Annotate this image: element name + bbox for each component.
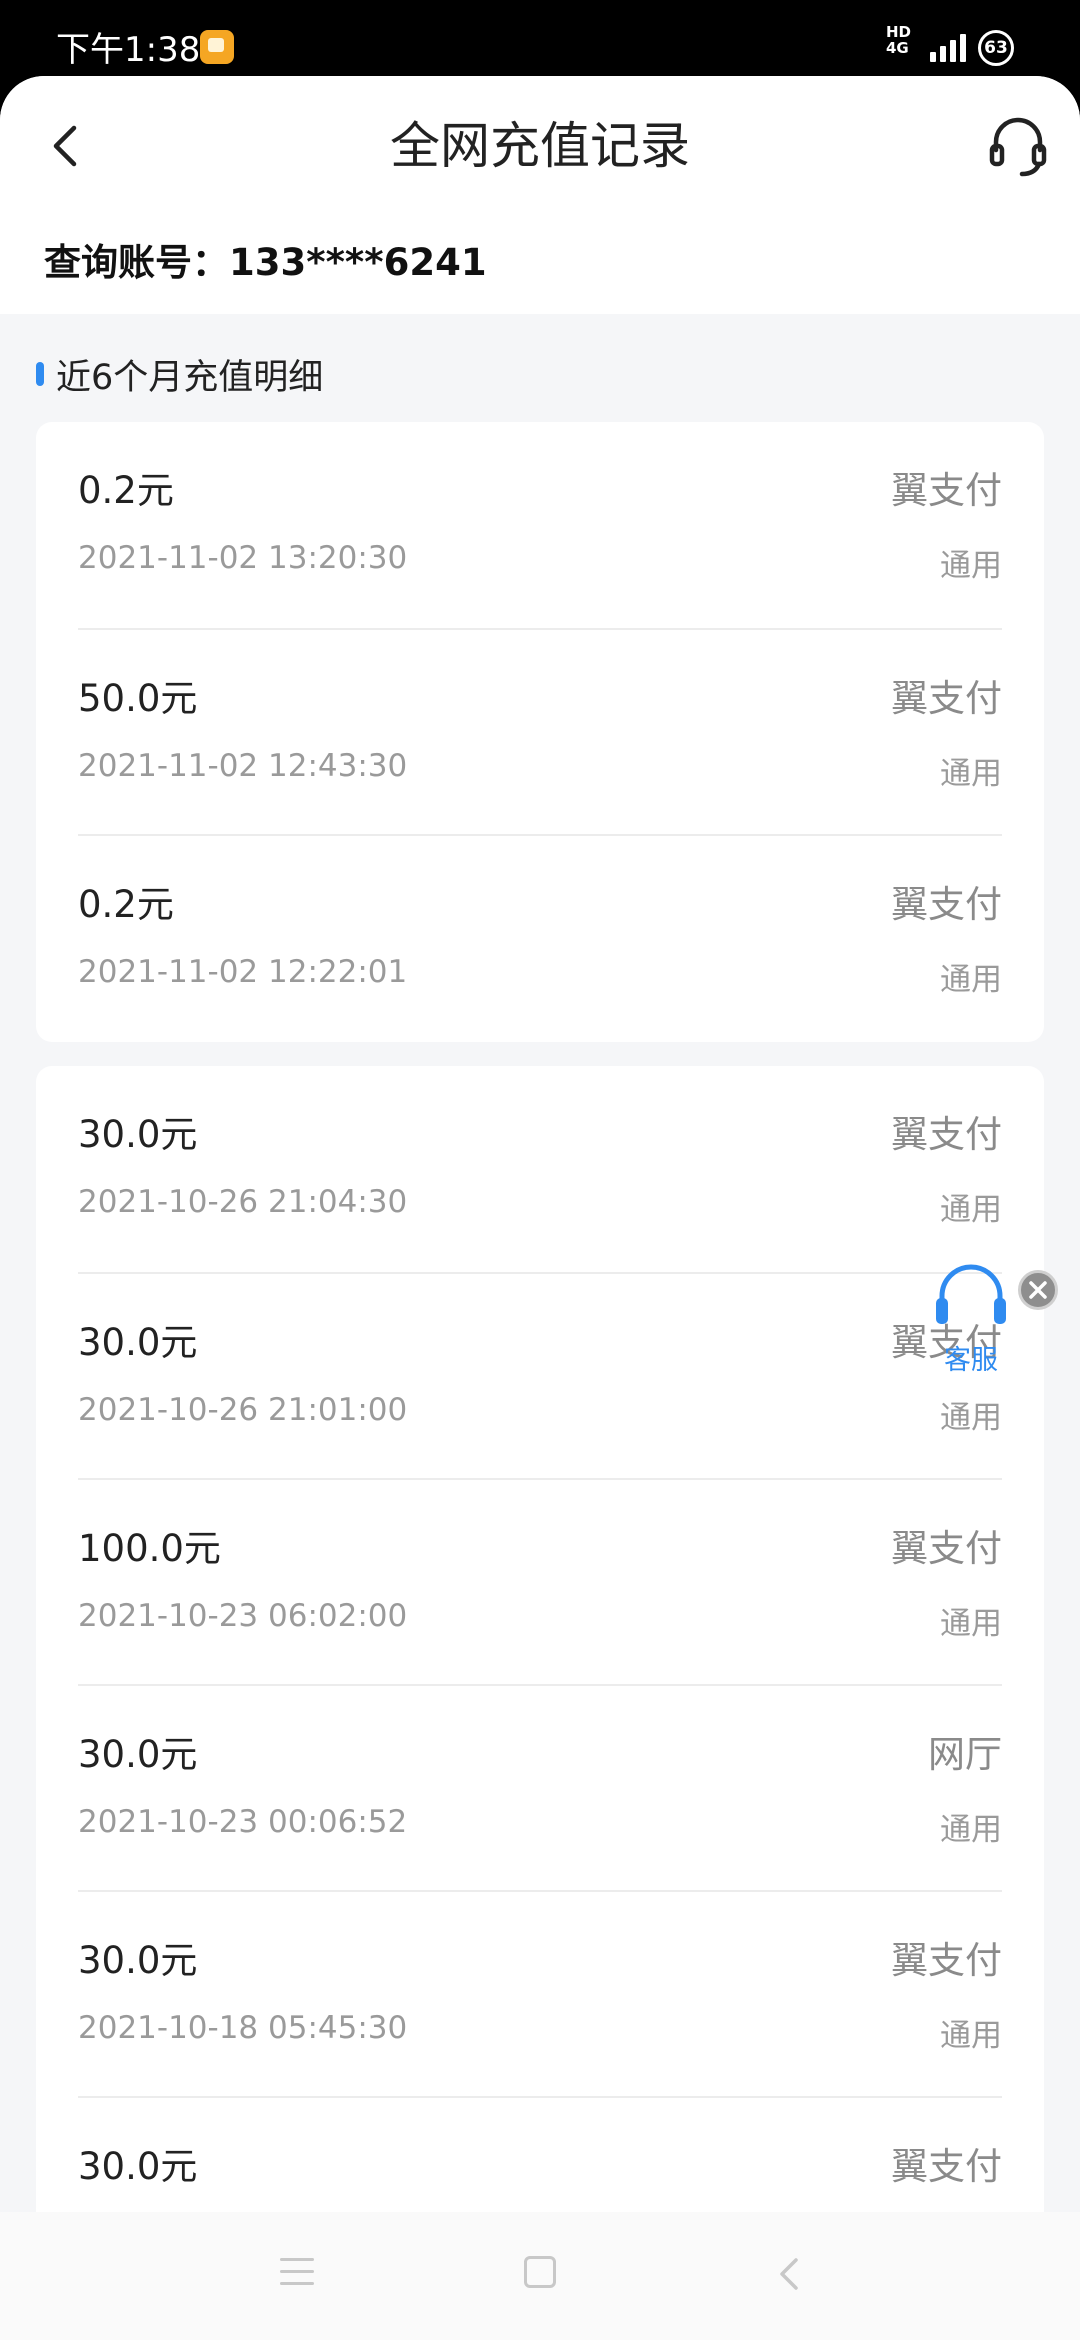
record-amount: 0.2元 [78,883,174,926]
record-channel: 翼支付 [891,1527,1002,1570]
network-label: 4G [886,39,909,57]
account-number: 查询账号：133****6241 [44,241,487,284]
record-amount: 30.0元 [78,1939,198,1982]
floating-customer-service[interactable]: 客服 [930,1260,1012,1380]
headset-icon [989,117,1047,177]
record-scope: 通用 [940,1812,1002,1848]
account-row: 查询账号：133****6241 [0,222,1080,314]
record-amount: 30.0元 [78,1113,198,1156]
record-channel: 翼支付 [891,1939,1002,1982]
record-item[interactable]: 30.0元 翼支付 2021-10-18 05:45:30 通用 [78,1890,1002,2096]
section-title: 近6个月充值明细 [56,357,324,398]
signal-icon [930,28,966,62]
section-header: 近6个月充值明细 [36,346,323,402]
record-time: 2021-10-26 21:04:30 [78,1184,408,1220]
record-scope: 通用 [940,548,1002,584]
record-item[interactable]: 30.0元 网厅 2021-10-23 00:06:52 通用 [78,1684,1002,1890]
battery-icon: 63 [978,30,1014,66]
customer-service-button[interactable] [982,110,1054,182]
record-amount: 30.0元 [78,1321,198,1364]
record-channel: 网厅 [928,1733,1002,1776]
record-card: 30.0元 翼支付 2021-10-26 21:04:30 通用 30.0元 翼… [36,1066,1044,2340]
menu-icon[interactable] [280,2258,314,2288]
record-card: 0.2元 翼支付 2021-11-02 13:20:30 通用 50.0元 翼支… [36,422,1044,1042]
record-scope: 通用 [940,1400,1002,1436]
chevron-left-icon [53,125,77,167]
record-scope: 通用 [940,756,1002,792]
home-icon[interactable] [524,2256,556,2288]
top-bar: 全网充值记录 [0,76,1080,222]
record-amount: 100.0元 [78,1527,221,1570]
record-channel: 翼支付 [891,469,1002,512]
back-button[interactable] [34,106,98,186]
record-channel: 翼支付 [891,1113,1002,1156]
status-bar: 下午1:38 HD 4G 63 [0,0,1080,80]
record-time: 2021-11-02 13:20:30 [78,540,408,576]
status-time: 下午1:38 [56,30,201,70]
record-scope: 通用 [940,2018,1002,2054]
record-time: 2021-10-23 00:06:52 [78,1804,408,1840]
record-scope: 通用 [940,962,1002,998]
record-item[interactable]: 0.2元 翼支付 2021-11-02 12:22:01 通用 [78,834,1002,1040]
record-channel: 翼支付 [891,883,1002,926]
record-amount: 50.0元 [78,677,198,720]
record-amount: 30.0元 [78,2145,198,2188]
record-time: 2021-10-26 21:01:00 [78,1392,408,1428]
record-time: 2021-10-23 06:02:00 [78,1598,408,1634]
record-item[interactable]: 0.2元 翼支付 2021-11-02 13:20:30 通用 [78,422,1002,628]
record-channel: 翼支付 [891,2145,1002,2188]
record-item[interactable]: 30.0元 翼支付 2021-10-26 21:04:30 通用 [78,1066,1002,1272]
floating-close-button[interactable] [1018,1270,1058,1310]
record-amount: 30.0元 [78,1733,198,1776]
record-item[interactable]: 30.0元 翼支付 2021-10-26 21:01:00 通用 [78,1272,1002,1478]
record-scope: 通用 [940,1192,1002,1228]
record-item[interactable]: 50.0元 翼支付 2021-11-02 12:43:30 通用 [78,628,1002,834]
system-nav-bar [0,2212,1080,2340]
floating-service-label: 客服 [944,1345,998,1376]
headset-icon [936,1264,1006,1324]
page-title: 全网充值记录 [390,117,690,175]
section-accent-bar [36,362,44,386]
record-item[interactable]: 100.0元 翼支付 2021-10-23 06:02:00 通用 [78,1478,1002,1684]
record-time: 2021-11-02 12:22:01 [78,954,408,990]
network-type-indicator: HD 4G [886,24,911,56]
close-icon [1029,1281,1047,1299]
record-channel: 翼支付 [891,677,1002,720]
record-time: 2021-11-02 12:43:30 [78,748,408,784]
record-amount: 0.2元 [78,469,174,512]
record-time: 2021-10-18 05:45:30 [78,2010,408,2046]
record-scope: 通用 [940,1606,1002,1642]
notification-app-icon [200,30,234,64]
back-icon[interactable] [770,2254,810,2294]
app-screen: 全网充值记录 查询账号：133****6241 近6个月充值明细 0.2元 翼支… [0,76,1080,2340]
